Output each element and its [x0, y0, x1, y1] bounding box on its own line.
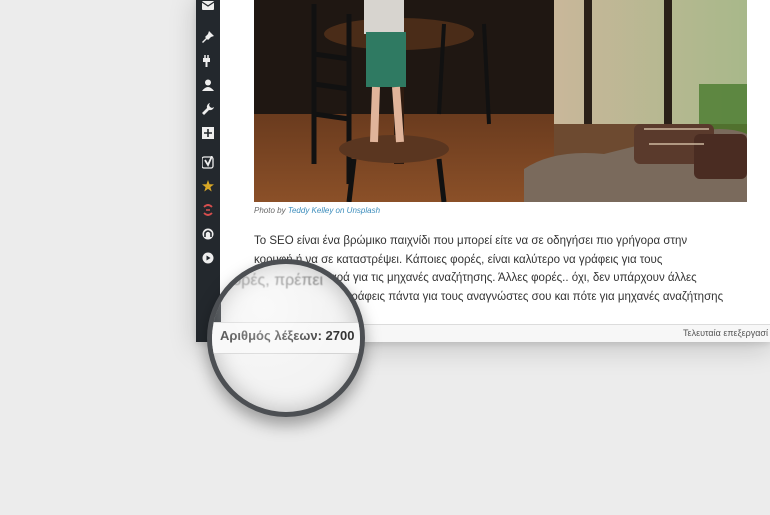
photo-credit-prefix: Photo by [254, 206, 286, 215]
yoast-icon[interactable] [200, 154, 216, 170]
paragraph-line: Το SEO είναι ένα βρώμικο παιχνίδι που μπ… [254, 235, 688, 247]
photo-credit: Photo by Teddy Kelley on Unsplash [254, 206, 380, 215]
pin-icon[interactable] [200, 29, 216, 45]
photo-credit-link[interactable]: Teddy Kelley on Unsplash [288, 206, 380, 215]
swirl-icon[interactable] [200, 202, 216, 218]
circle-logo-icon[interactable] [200, 226, 216, 242]
user-icon[interactable] [200, 77, 216, 93]
magnifier-lens: φορές, πρέπει Αριθμός λέξεων: 2700 [207, 259, 365, 417]
word-count: Αριθμός λέξεων: 2700 [220, 328, 355, 343]
plugin-icon[interactable] [200, 53, 216, 69]
mail-icon[interactable] [200, 0, 216, 14]
featured-photo [254, 0, 747, 202]
plus-box-icon[interactable] [200, 125, 216, 141]
wrench-icon[interactable] [200, 101, 216, 117]
star-icon[interactable] [200, 178, 216, 194]
last-edited-text: Τελευταία επεξεργασί [683, 328, 768, 338]
magnified-area: φορές, πρέπει Αριθμός λέξεων: 2700 [212, 264, 360, 412]
magnified-text: φορές, πρέπει [222, 272, 324, 289]
